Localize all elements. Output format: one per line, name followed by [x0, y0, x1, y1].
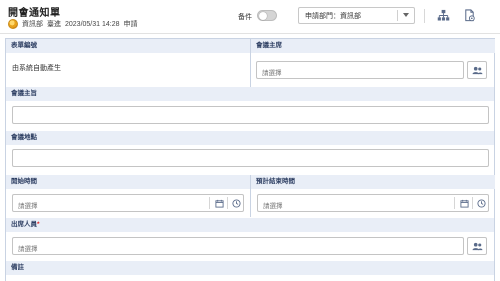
people-icon	[472, 66, 482, 74]
location-input[interactable]	[12, 149, 489, 167]
applicant-meta: 資訊部 臺進 2023/05/31 14:28 申請	[8, 18, 142, 30]
chevron-down-icon	[403, 13, 409, 17]
host-input[interactable]: 請選擇	[256, 61, 464, 79]
department-select-value: 申請部門：資訊部	[305, 13, 361, 20]
department-select[interactable]: 申請部門：資訊部	[298, 7, 415, 24]
column-divider	[250, 175, 251, 217]
start-time-label: 開始時間	[6, 175, 250, 189]
start-time-placeholder: 請選擇	[18, 202, 38, 210]
subject-label: 會議主旨	[6, 87, 494, 101]
column-divider	[250, 39, 251, 87]
end-time-input[interactable]: 請選擇	[257, 194, 489, 212]
page-title: 開會通知單	[8, 8, 61, 19]
applicant-user: 臺進	[47, 21, 61, 28]
subject-input[interactable]	[12, 106, 489, 124]
apply-datetime: 2023/05/31 14:28	[65, 20, 120, 28]
calendar-icon	[214, 199, 224, 208]
end-time-placeholder: 請選擇	[263, 202, 283, 210]
clock-icon	[231, 198, 241, 208]
end-time-label: 預計結束時間	[251, 175, 495, 189]
start-clock-button[interactable]	[229, 195, 243, 211]
document-settings-icon[interactable]	[463, 9, 476, 22]
header-bottom-border	[0, 33, 500, 34]
department-select-divider	[397, 10, 398, 21]
start-divider	[227, 197, 228, 209]
start-calendar-button[interactable]	[212, 195, 226, 211]
attendees-placeholder: 請選擇	[18, 245, 38, 253]
location-label: 會議地點	[6, 131, 494, 145]
meeting-form: 表單編號 會議主席 由系統自動產生 請選擇 會議主旨 會議地點 開始時間 預計結…	[5, 38, 495, 281]
page-header: 開會通知單 資訊部 臺進 2023/05/31 14:28 申請 备件 申請部門…	[0, 0, 500, 34]
start-time-input[interactable]: 請選擇	[12, 194, 244, 212]
draft-label: 备件	[238, 14, 252, 21]
header-divider	[424, 9, 425, 23]
start-divider	[209, 197, 210, 209]
end-divider	[472, 197, 473, 209]
attendees-label: 出席人員*	[6, 218, 494, 232]
calendar-icon	[459, 199, 469, 208]
end-clock-button[interactable]	[474, 195, 488, 211]
required-mark: *	[37, 221, 40, 228]
form-number-value: 由系統自動產生	[12, 65, 61, 72]
end-divider	[454, 197, 455, 209]
org-chart-icon[interactable]	[437, 9, 450, 22]
form-number-label: 表單編號	[6, 39, 250, 53]
remark-label: 備註	[6, 261, 494, 275]
attendees-input[interactable]: 請選擇	[12, 237, 464, 255]
clock-icon	[476, 198, 486, 208]
host-placeholder: 請選擇	[262, 69, 282, 77]
attendees-label-text: 出席人員	[11, 221, 37, 228]
avatar	[8, 19, 18, 29]
apply-action: 申請	[123, 21, 138, 28]
applicant-department: 資訊部	[22, 21, 43, 28]
host-picker-button[interactable]	[467, 61, 487, 79]
host-label: 會議主席	[251, 39, 495, 53]
draft-toggle-knob	[259, 11, 267, 20]
end-calendar-button[interactable]	[457, 195, 471, 211]
attendees-picker-button[interactable]	[467, 237, 487, 255]
people-icon	[472, 242, 482, 250]
